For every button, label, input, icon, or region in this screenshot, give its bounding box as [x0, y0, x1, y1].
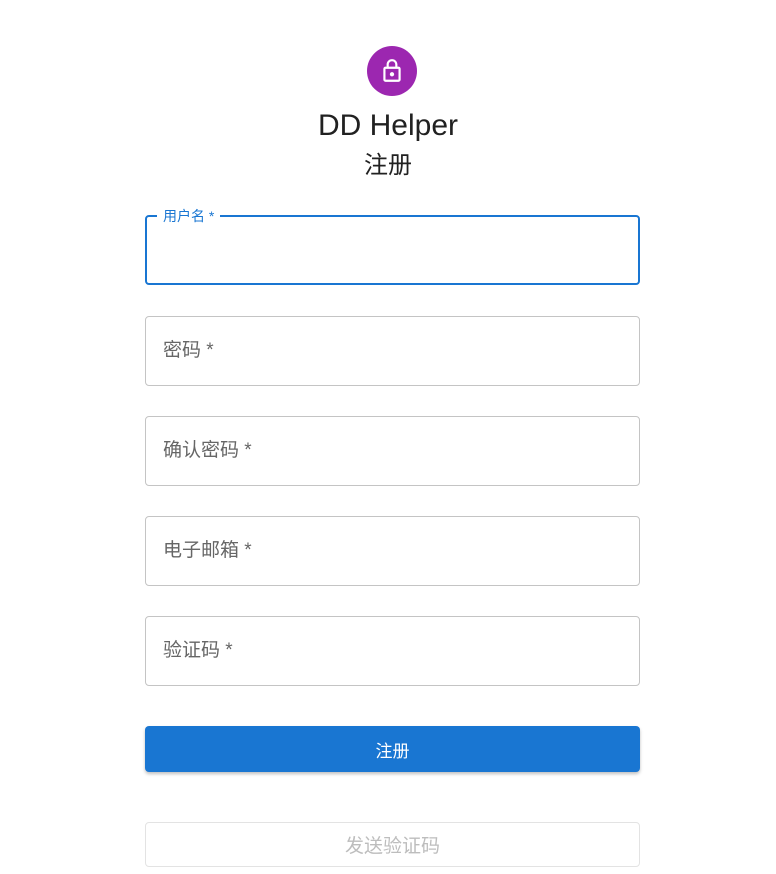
password-field[interactable]: 密码 *: [145, 316, 640, 386]
verification-code-input[interactable]: [146, 617, 639, 685]
confirm-password-input[interactable]: [146, 417, 639, 485]
email-field[interactable]: 电子邮箱 *: [145, 516, 640, 586]
send-code-button[interactable]: 发送验证码: [145, 822, 640, 867]
app-title: DD Helper: [317, 109, 459, 142]
register-button[interactable]: 注册: [145, 726, 640, 772]
email-input[interactable]: [146, 517, 639, 585]
lock-icon: [383, 59, 401, 82]
username-input[interactable]: [147, 217, 638, 283]
register-page: DD Helper 注册 用户名 * 密码 * 确认密码 * 电子邮箱 * 验证…: [0, 0, 776, 874]
verification-code-field[interactable]: 验证码 *: [145, 616, 640, 686]
password-input[interactable]: [146, 317, 639, 385]
username-field[interactable]: 用户名 *: [145, 208, 640, 285]
avatar: [367, 46, 417, 96]
page-subtitle: 注册: [364, 152, 412, 179]
confirm-password-field[interactable]: 确认密码 *: [145, 416, 640, 486]
